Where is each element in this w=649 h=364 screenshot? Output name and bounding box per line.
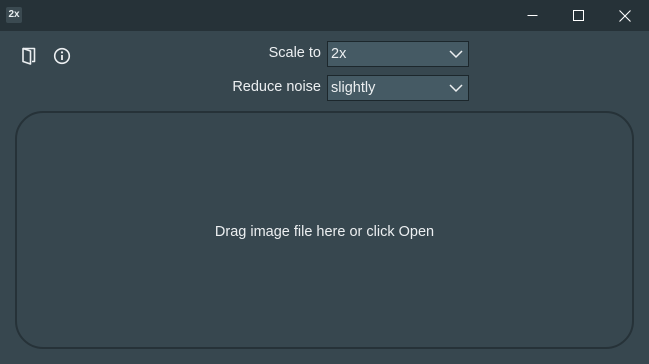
scale-label: Scale to (268, 45, 321, 61)
scale-select[interactable]: 2x (327, 41, 469, 67)
open-button[interactable] (19, 46, 39, 66)
minimize-button[interactable] (509, 0, 555, 31)
minimize-icon (527, 15, 537, 16)
noise-label: Reduce noise (232, 79, 321, 95)
maximize-button[interactable] (555, 0, 601, 31)
maximize-icon (572, 10, 584, 21)
open-door-icon (22, 47, 36, 65)
info-icon (53, 47, 71, 65)
info-button[interactable] (52, 46, 72, 66)
chevron-down-icon (449, 84, 463, 93)
drop-zone-text: Drag image file here or click Open (214, 224, 435, 240)
scale-select-value: 2x (331, 46, 347, 62)
title-bar[interactable]: 2x (0, 0, 649, 31)
app-window: 2x Scale to 2x Reduce noise slightly Dra… (0, 0, 649, 364)
close-button[interactable] (601, 0, 649, 31)
app-icon: 2x (6, 7, 22, 23)
close-icon (619, 9, 631, 22)
chevron-down-icon (449, 50, 463, 59)
noise-select-value: slightly (331, 80, 376, 96)
drop-zone[interactable]: Drag image file here or click Open (15, 111, 634, 349)
noise-select[interactable]: slightly (327, 75, 469, 101)
